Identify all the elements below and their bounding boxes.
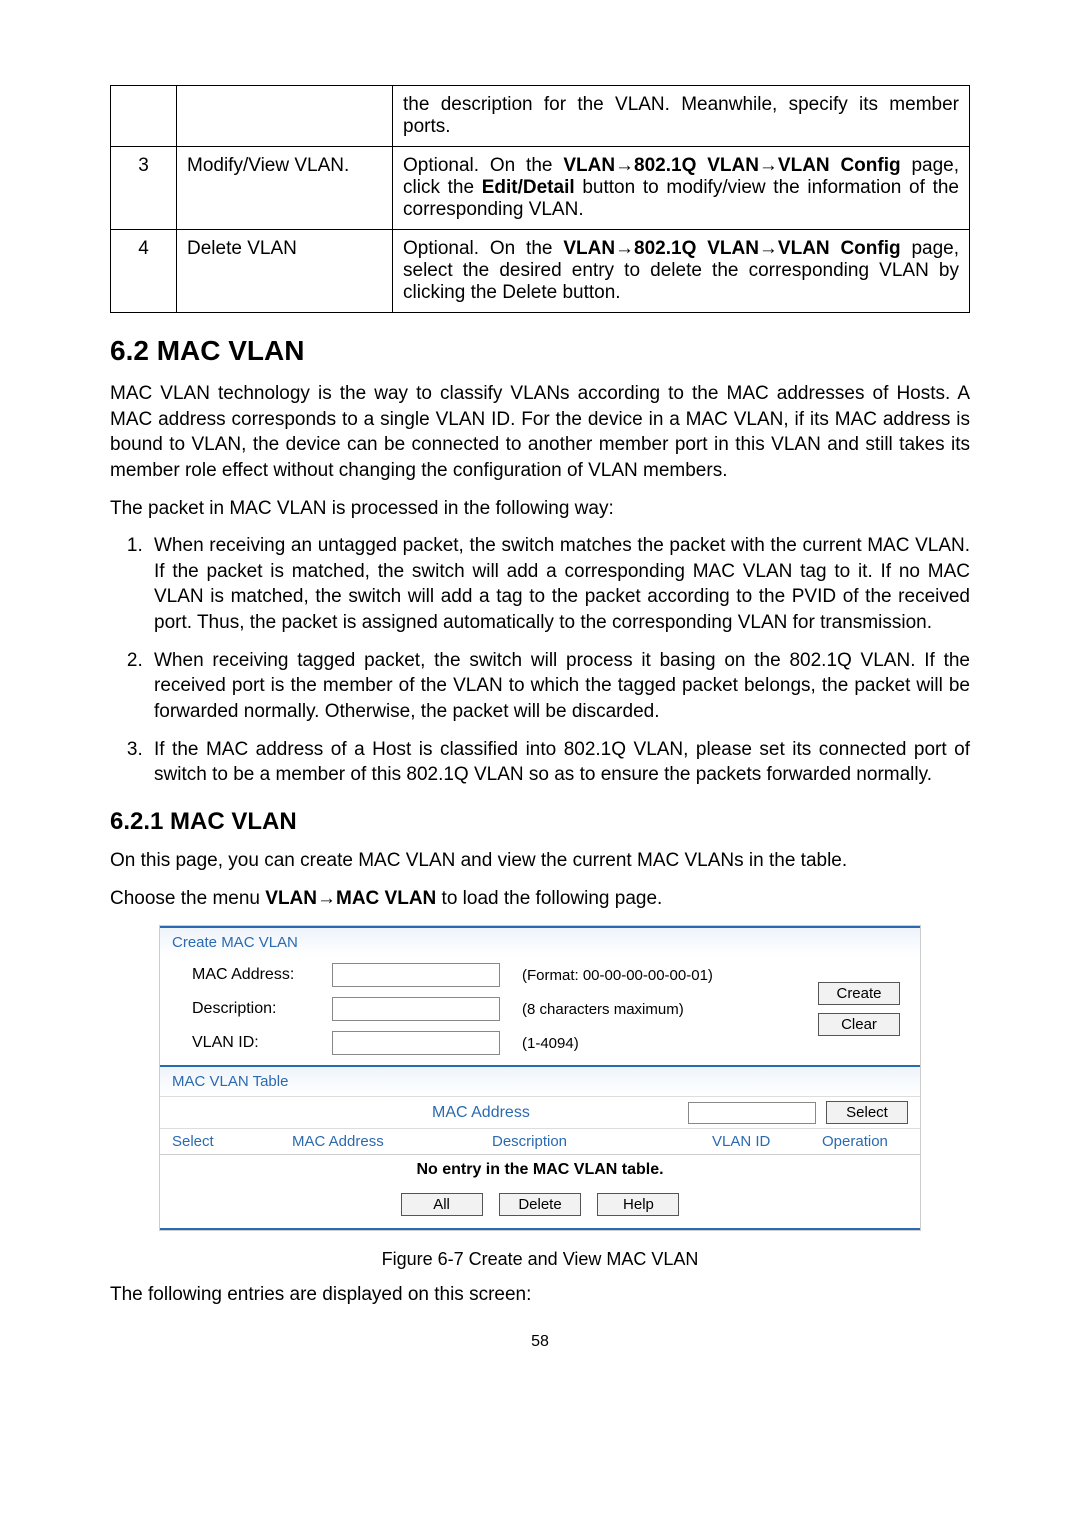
text: to load the following page.: [436, 888, 662, 909]
bold-edit: Edit/Detail: [482, 177, 575, 198]
list-item-2: When receiving tagged packet, the switch…: [148, 648, 970, 725]
step-num-3: 3: [111, 147, 177, 230]
section-heading-6-2: 6.2 MAC VLAN: [110, 335, 970, 367]
description-hint: (8 characters maximum): [522, 1001, 790, 1018]
text: Choose the menu: [110, 888, 265, 909]
subsection-heading-6-2-1: 6.2.1 MAC VLAN: [110, 808, 970, 836]
description-label: Description:: [192, 1000, 332, 1018]
numbered-list: When receiving an untagged packet, the s…: [110, 533, 970, 788]
steps-table: the description for the VLAN. Meanwhile,…: [110, 85, 970, 313]
table-buttons: All Delete Help: [160, 1185, 920, 1230]
vlan-id-hint: (1-4094): [522, 1035, 790, 1052]
step-label-4: Delete VLAN: [177, 230, 393, 313]
page-number: 58: [110, 1333, 970, 1351]
create-form: MAC Address: (Format: 00-00-00-00-00-01)…: [160, 957, 920, 1065]
bold-path: VLAN→802.1Q VLAN→VLAN Config: [563, 155, 900, 176]
col-select: Select: [172, 1133, 292, 1150]
menu-path: VLAN→MAC VLAN: [265, 888, 436, 909]
no-entry-text: No entry in the MAC VLAN table.: [160, 1155, 920, 1185]
mac-address-input[interactable]: [332, 963, 500, 987]
search-mac-label: MAC Address: [172, 1104, 530, 1122]
search-row: MAC Address Select: [160, 1096, 920, 1128]
mac-address-label: MAC Address:: [192, 966, 332, 984]
paragraph-menu-path: Choose the menu VLAN→MAC VLAN to load th…: [110, 886, 970, 912]
step-desc-4: Optional. On the VLAN→802.1Q VLAN→VLAN C…: [393, 230, 970, 313]
col-mac-address: MAC Address: [292, 1133, 492, 1150]
step-num-4: 4: [111, 230, 177, 313]
closing-paragraph: The following entries are displayed on t…: [110, 1282, 970, 1308]
list-item-3: If the MAC address of a Host is classifi…: [148, 737, 970, 788]
step-desc-3: Optional. On the VLAN→802.1Q VLAN→VLAN C…: [393, 147, 970, 230]
step-num-blank: [111, 86, 177, 147]
bold-path: VLAN→802.1Q VLAN→VLAN Config: [563, 238, 900, 259]
col-operation: Operation: [822, 1133, 932, 1150]
vlan-id-label: VLAN ID:: [192, 1034, 332, 1052]
col-vlan-id: VLAN ID: [712, 1133, 822, 1150]
help-button[interactable]: Help: [597, 1193, 679, 1216]
delete-button[interactable]: Delete: [499, 1193, 581, 1216]
step-desc-cont: the description for the VLAN. Meanwhile,…: [393, 86, 970, 147]
all-button[interactable]: All: [401, 1193, 483, 1216]
paragraph-intro: MAC VLAN technology is the way to classi…: [110, 381, 970, 484]
create-button[interactable]: Create: [818, 982, 900, 1005]
step-label-blank: [177, 86, 393, 147]
mac-vlan-panel: Create MAC VLAN MAC Address: (Format: 00…: [159, 925, 921, 1231]
create-mac-vlan-title: Create MAC VLAN: [160, 926, 920, 957]
text: Optional. On the: [403, 155, 563, 176]
mac-address-hint: (Format: 00-00-00-00-00-01): [522, 967, 790, 984]
select-button[interactable]: Select: [826, 1101, 908, 1124]
paragraph-page-desc: On this page, you can create MAC VLAN an…: [110, 848, 970, 874]
paragraph-process: The packet in MAC VLAN is processed in t…: [110, 496, 970, 522]
clear-button[interactable]: Clear: [818, 1013, 900, 1036]
text: Optional. On the: [403, 238, 563, 259]
mac-vlan-table-title: MAC VLAN Table: [160, 1067, 920, 1096]
figure-caption: Figure 6-7 Create and View MAC VLAN: [110, 1249, 970, 1270]
step-label-3: Modify/View VLAN.: [177, 147, 393, 230]
table-header: Select MAC Address Description VLAN ID O…: [160, 1128, 920, 1155]
search-mac-input[interactable]: [688, 1102, 816, 1124]
vlan-id-input[interactable]: [332, 1031, 500, 1055]
col-description: Description: [492, 1133, 712, 1150]
list-item-1: When receiving an untagged packet, the s…: [148, 533, 970, 636]
description-input[interactable]: [332, 997, 500, 1021]
